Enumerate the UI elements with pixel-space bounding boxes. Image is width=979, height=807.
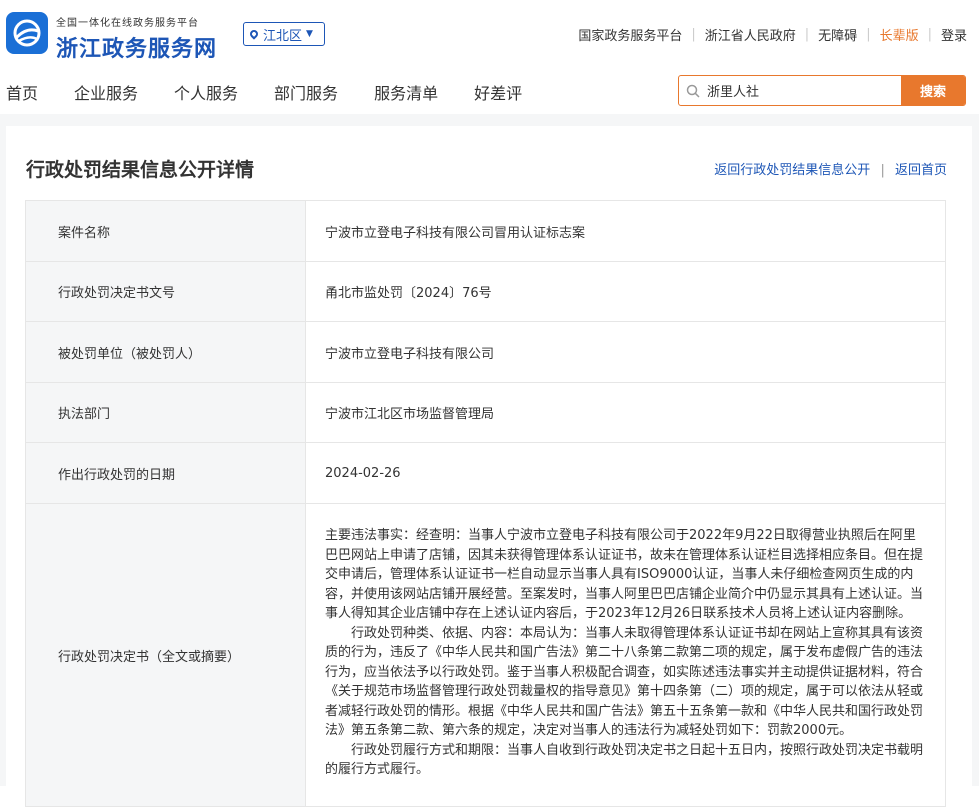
- back-to-list-link[interactable]: 返回行政处罚结果信息公开: [714, 163, 870, 178]
- search-icon: [679, 76, 707, 105]
- decision-paragraph-facts: 主要违法事实：经查明：当事人宁波市立登电子科技有限公司于2022年9月22日取得…: [325, 528, 924, 621]
- logo-icon: [13, 19, 41, 47]
- main-nav: 首页 企业服务 个人服务 部门服务 服务清单 好差评: [0, 80, 552, 104]
- link-login[interactable]: 登录: [941, 25, 967, 44]
- page-title: 行政处罚结果信息公开详情: [26, 159, 255, 181]
- brand-subtitle: 全国一体化在线政务服务平台: [56, 18, 199, 29]
- case-name-value: 宁波市立登电子科技有限公司冒用认证标志案: [305, 200, 946, 262]
- link-provincial-gov[interactable]: 浙江省人民政府: [705, 25, 796, 44]
- search-box: 搜索: [678, 75, 966, 106]
- brand: 全国一体化在线政务服务平台 浙江政务服务网: [56, 14, 217, 63]
- site-logo[interactable]: [6, 12, 48, 54]
- link-accessibility[interactable]: 无障碍: [818, 25, 857, 44]
- back-to-home-link[interactable]: 返回首页: [895, 163, 947, 178]
- row-label: 行政处罚决定书（全文或摘要）: [25, 503, 306, 807]
- penalized-party-value: 宁波市立登电子科技有限公司: [305, 321, 946, 383]
- table-row: 案件名称 宁波市立登电子科技有限公司冒用认证标志案: [25, 200, 946, 262]
- divider: |: [804, 27, 810, 42]
- nav-item-department[interactable]: 部门服务: [274, 80, 338, 104]
- nav-item-service-list[interactable]: 服务清单: [374, 80, 438, 104]
- nav-item-personal[interactable]: 个人服务: [174, 80, 238, 104]
- decision-number-value: 甬北市监处罚〔2024〕76号: [305, 261, 946, 322]
- row-label: 执法部门: [25, 382, 306, 443]
- penalty-date-value: 2024-02-26: [305, 442, 946, 504]
- region-selector[interactable]: 江北区 ▼: [243, 22, 325, 46]
- nav-item-enterprise[interactable]: 企业服务: [74, 80, 138, 104]
- location-pin-icon: [248, 28, 260, 40]
- table-row: 被处罚单位（被处罚人） 宁波市立登电子科技有限公司: [25, 321, 946, 383]
- row-label: 被处罚单位（被处罚人）: [25, 321, 306, 383]
- divider: |: [880, 163, 885, 178]
- row-label: 作出行政处罚的日期: [25, 442, 306, 504]
- divider: |: [866, 27, 871, 42]
- table-row: 行政处罚决定书文号 甬北市监处罚〔2024〕76号: [25, 261, 946, 322]
- brand-title[interactable]: 浙江政务服务网: [56, 31, 217, 63]
- main-nav-bar: 首页 企业服务 个人服务 部门服务 服务清单 好差评 搜索: [0, 70, 979, 114]
- link-elder-mode[interactable]: 长辈版: [880, 25, 919, 44]
- region-label: 江北区: [263, 28, 303, 44]
- search-input[interactable]: [707, 76, 901, 105]
- table-row: 行政处罚决定书（全文或摘要） 主要违法事实：经查明：当事人宁波市立登电子科技有限…: [25, 503, 946, 807]
- divider: |: [927, 27, 932, 42]
- row-label: 案件名称: [25, 200, 306, 262]
- search-button[interactable]: 搜索: [901, 76, 965, 105]
- nav-item-home[interactable]: 首页: [6, 80, 38, 104]
- top-links: 国家政务服务平台 | 浙江省人民政府 | 无障碍 | 长辈版 | 登录: [578, 25, 967, 44]
- back-links: 返回行政处罚结果信息公开 | 返回首页: [714, 159, 947, 178]
- decision-paragraph-penalty: 行政处罚种类、依据、内容：本局认为：当事人未取得管理体系认证证书却在网站上宣称其…: [325, 625, 924, 739]
- site-header: 全国一体化在线政务服务平台 浙江政务服务网 江北区 ▼ 国家政务服务平台 | 浙…: [0, 0, 979, 70]
- row-label: 行政处罚决定书文号: [25, 261, 306, 322]
- nav-item-evaluation[interactable]: 好差评: [474, 80, 522, 104]
- link-national-platform[interactable]: 国家政务服务平台: [578, 25, 682, 44]
- decision-text: 主要违法事实：经查明：当事人宁波市立登电子科技有限公司于2022年9月22日取得…: [305, 503, 946, 807]
- decision-paragraph-fulfillment: 行政处罚履行方式和期限：当事人自收到行政处罚决定书之日起十五日内，按照行政处罚决…: [325, 742, 924, 778]
- table-row: 作出行政处罚的日期 2024-02-26: [25, 442, 946, 504]
- detail-table: 案件名称 宁波市立登电子科技有限公司冒用认证标志案 行政处罚决定书文号 甬北市监…: [25, 200, 946, 807]
- enforcement-dept-value: 宁波市江北区市场监督管理局: [305, 382, 946, 443]
- caret-down-icon: ▼: [306, 29, 313, 39]
- divider: |: [691, 27, 696, 42]
- table-row: 执法部门 宁波市江北区市场监督管理局: [25, 382, 946, 443]
